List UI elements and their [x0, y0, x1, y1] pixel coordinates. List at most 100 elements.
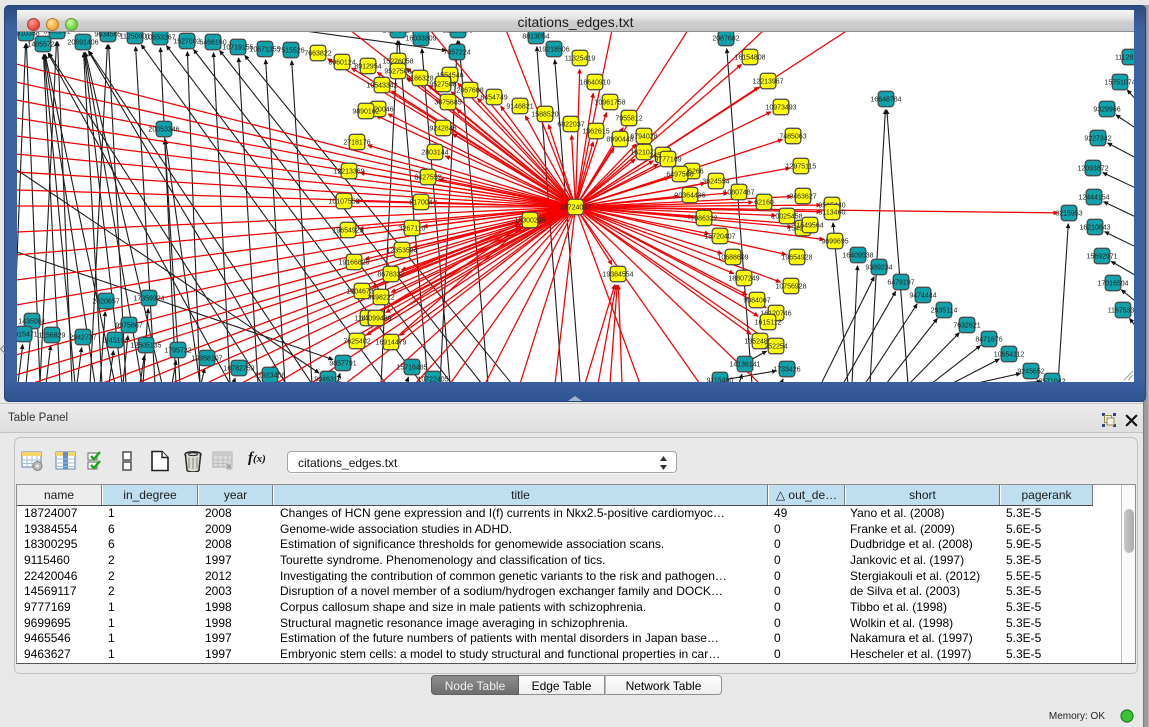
svg-text:15716485: 15716485 [396, 364, 427, 371]
svg-text:11923468: 11923468 [255, 372, 286, 379]
svg-text:16914479: 16914479 [375, 339, 406, 346]
svg-text:2867608: 2867608 [456, 87, 483, 94]
svg-text:2942737: 2942737 [69, 334, 96, 341]
svg-text:1156829: 1156829 [39, 332, 66, 339]
svg-text:3215953: 3215953 [1055, 210, 1082, 217]
svg-text:16210643: 16210643 [1079, 224, 1110, 231]
svg-text:10671355: 10671355 [249, 46, 280, 53]
svg-text:12213967: 12213967 [752, 78, 783, 85]
svg-text:9115460: 9115460 [707, 377, 734, 382]
svg-text:18724007: 18724007 [560, 204, 591, 211]
svg-text:2087682: 2087682 [712, 35, 739, 42]
svg-text:252254: 252254 [764, 343, 787, 350]
svg-text:11325419: 11325419 [565, 55, 596, 62]
svg-text:2718176: 2718176 [343, 139, 370, 146]
svg-text:7485063: 7485063 [779, 133, 806, 140]
svg-text:8813054: 8813054 [522, 33, 549, 40]
svg-text:8427552: 8427552 [414, 174, 441, 181]
svg-text:10722405: 10722405 [417, 376, 448, 382]
svg-text:9463627: 9463627 [789, 193, 816, 200]
svg-text:12444154: 12444154 [1078, 194, 1109, 201]
svg-text:1527602: 1527602 [173, 38, 200, 45]
svg-text:12353594: 12353594 [386, 247, 417, 254]
svg-text:1362615: 1362615 [582, 128, 609, 135]
svg-text:10756928: 10756928 [775, 283, 806, 290]
svg-text:10961758: 10961758 [594, 99, 625, 106]
svg-text:7986322: 7986322 [690, 215, 717, 222]
svg-text:16409538: 16409538 [842, 252, 873, 259]
svg-text:14136141: 14136141 [729, 361, 760, 368]
svg-text:16154808: 16154808 [734, 54, 765, 61]
svg-text:9245652: 9245652 [1017, 368, 1044, 375]
svg-text:6497568: 6497568 [666, 171, 693, 178]
svg-text:9389234: 9389234 [865, 264, 892, 271]
svg-text:2935114: 2935114 [931, 307, 958, 314]
svg-text:6822037: 6822037 [557, 121, 584, 128]
svg-text:14055724: 14055724 [27, 41, 58, 48]
svg-text:8678332: 8678332 [377, 271, 404, 278]
svg-text:9777169: 9777169 [654, 156, 681, 163]
svg-text:19218506: 19218506 [538, 46, 569, 53]
svg-text:7625402: 7625402 [343, 338, 370, 345]
svg-text:19654923: 19654923 [332, 227, 363, 234]
svg-text:9084067: 9084067 [743, 297, 770, 304]
svg-text:10107552: 10107552 [328, 198, 359, 205]
svg-text:10543342: 10543342 [366, 82, 397, 89]
svg-text:20691406: 20691406 [67, 39, 98, 46]
svg-text:19654928: 19654928 [781, 254, 812, 261]
svg-text:8408351: 8408351 [43, 32, 70, 35]
svg-text:6794028: 6794028 [630, 133, 657, 140]
svg-text:12118259: 12118259 [443, 32, 474, 34]
svg-text:1615112: 1615112 [755, 319, 782, 326]
svg-text:12505135: 12505135 [130, 342, 161, 349]
svg-text:3875685: 3875685 [434, 99, 461, 106]
svg-text:9474444: 9474444 [909, 292, 936, 299]
svg-text:15692971: 15692971 [1086, 253, 1117, 260]
svg-text:9975867: 9975867 [115, 322, 142, 329]
svg-text:18300295: 18300295 [514, 217, 545, 224]
svg-text:817004: 817004 [409, 199, 432, 206]
svg-text:3915471: 3915471 [17, 331, 38, 338]
svg-text:1549564: 1549564 [796, 222, 823, 229]
svg-text:10958107: 10958107 [191, 355, 222, 362]
svg-text:9227342: 9227342 [1084, 135, 1111, 142]
svg-text:3267110: 3267110 [399, 225, 426, 232]
svg-text:8571042: 8571042 [1038, 378, 1065, 382]
svg-text:12975115: 12975115 [786, 163, 817, 170]
svg-text:6479197: 6479197 [887, 279, 914, 286]
svg-text:9634505: 9634505 [94, 32, 121, 38]
svg-text:11675336: 11675336 [1108, 307, 1134, 314]
svg-text:7515526: 7515526 [277, 47, 304, 54]
svg-text:16782759: 16782759 [223, 365, 254, 372]
svg-text:10025458: 10025458 [771, 213, 802, 220]
svg-text:1588520: 1588520 [531, 111, 558, 118]
svg-text:7357224: 7357224 [443, 49, 470, 56]
svg-text:15720407: 15720407 [704, 233, 735, 240]
svg-text:1795722: 1795722 [164, 347, 191, 354]
svg-text:62160: 62160 [754, 199, 774, 206]
svg-text:9146821: 9146821 [506, 103, 533, 110]
svg-text:20053346: 20053346 [148, 126, 179, 133]
svg-text:8960124: 8960124 [328, 59, 355, 66]
svg-text:9113460: 9113460 [819, 209, 846, 216]
svg-text:16033809: 16033809 [405, 35, 436, 42]
svg-text:10654112: 10654112 [994, 351, 1025, 358]
svg-text:3624554: 3624554 [702, 178, 729, 185]
svg-text:2803144: 2803144 [421, 149, 448, 156]
svg-text:7955812: 7955812 [615, 115, 642, 122]
svg-text:8471676: 8471676 [975, 336, 1002, 343]
svg-text:1435061: 1435061 [18, 318, 45, 325]
svg-text:10688609: 10688609 [717, 254, 748, 261]
svg-text:17359924: 17359924 [133, 295, 164, 302]
svg-text:17016504: 17016504 [1097, 280, 1128, 287]
svg-text:11128243: 11128243 [1115, 54, 1134, 61]
svg-text:14099489: 14099489 [360, 315, 391, 322]
svg-text:7663822: 7663822 [304, 50, 331, 57]
svg-text:8454749: 8454749 [480, 94, 507, 101]
svg-text:7632621: 7632621 [953, 322, 980, 329]
svg-text:9699695: 9699695 [821, 238, 848, 245]
svg-text:20364436: 20364436 [674, 192, 705, 199]
svg-text:9242848: 9242848 [429, 125, 456, 132]
svg-text:2020657: 2020657 [92, 298, 119, 305]
svg-text:19166825: 19166825 [338, 259, 369, 266]
